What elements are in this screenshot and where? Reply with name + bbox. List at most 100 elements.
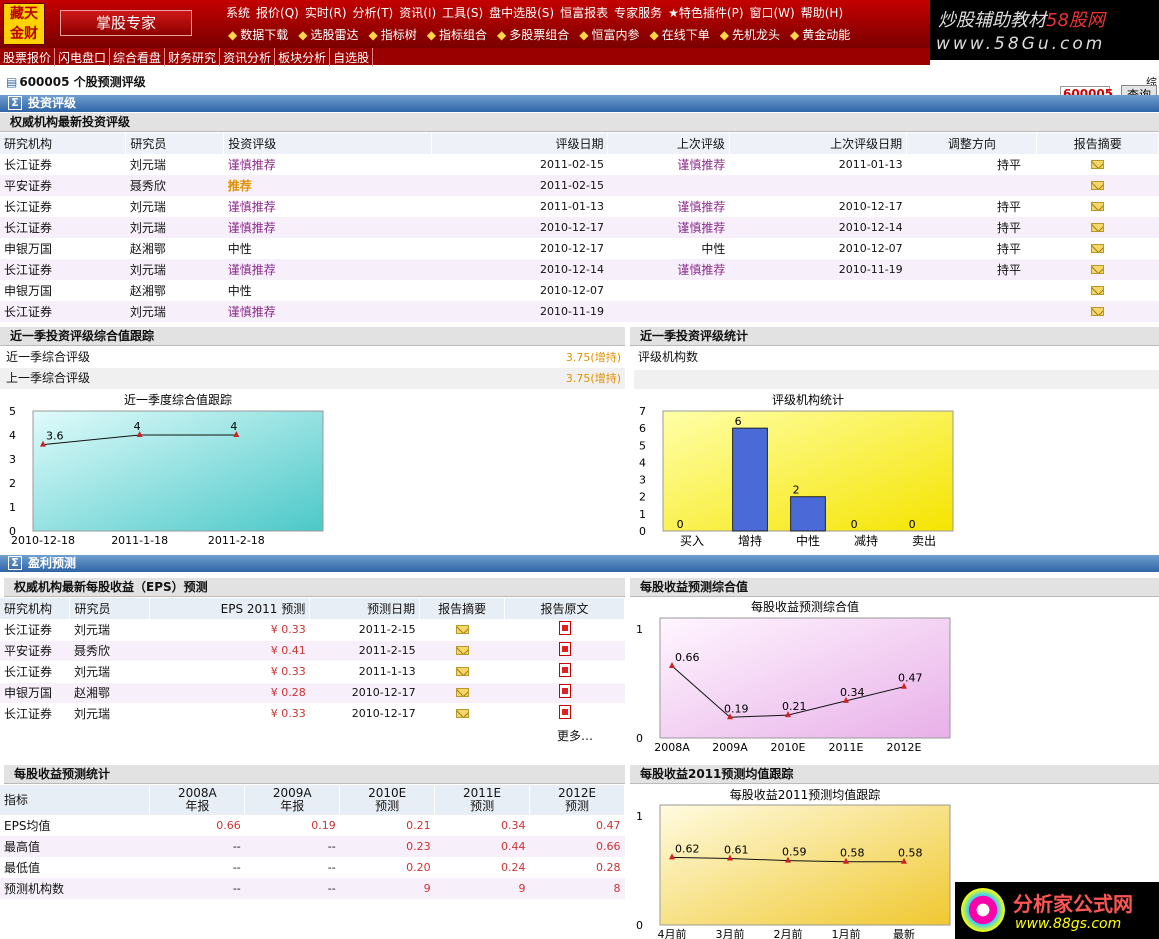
- table-row[interactable]: 平安证券 聂秀欣 推荐 2011-02-15: [0, 175, 1159, 196]
- mail-icon[interactable]: [1091, 222, 1105, 232]
- mail-icon[interactable]: [455, 624, 469, 634]
- table-row[interactable]: 长江证券 刘元瑞 ¥ 0.33 2010-12-17: [0, 702, 625, 724]
- summary-cell: [1036, 301, 1159, 322]
- table-row[interactable]: 申银万国 赵湘鄂 中性 2010-12-17 中性 2010-12-07 持平: [0, 238, 1159, 259]
- date-cell: 2010-12-07: [431, 280, 608, 301]
- metric-value: 0.19: [311, 819, 336, 832]
- tab-item[interactable]: 闪电盘口: [55, 48, 111, 66]
- table-row[interactable]: 平安证券 聂秀欣 ¥ 0.41 2011-2-15: [0, 639, 625, 661]
- bar-value-label: 2: [793, 484, 800, 497]
- direction-cell: [906, 301, 1037, 322]
- menu-item[interactable]: 分析(T): [353, 6, 394, 20]
- column-header[interactable]: 调整方向: [906, 133, 1038, 154]
- metric-value: 0.21: [406, 819, 431, 832]
- tab-item[interactable]: 财务研究: [165, 48, 221, 66]
- table-row[interactable]: 长江证券 刘元瑞 谨慎推荐 2010-12-14 谨慎推荐 2010-11-19 持平: [0, 259, 1159, 280]
- tab-item[interactable]: 资讯分析: [220, 48, 276, 66]
- column-header[interactable]: 研究机构: [0, 133, 127, 154]
- menu-item[interactable]: 专家服务: [614, 6, 662, 20]
- x-tick-label: 2月前: [774, 927, 803, 939]
- prev-rating-cell: [607, 301, 730, 322]
- toolbar-item-label: 多股票组合: [509, 28, 570, 42]
- tab-item[interactable]: 自选股: [330, 48, 374, 66]
- x-tick-label: 2009A: [712, 741, 748, 754]
- menu-item[interactable]: 恒富报表: [560, 6, 608, 20]
- data-label: 0.62: [675, 842, 700, 855]
- toolbar-item[interactable]: ◆ 指标组合: [427, 28, 487, 42]
- pdf-icon[interactable]: [558, 642, 571, 656]
- mail-icon[interactable]: [1091, 180, 1105, 190]
- eps-cell: ¥ 0.28: [149, 681, 310, 703]
- toolbar-item[interactable]: ◆ 在线下单: [650, 28, 710, 42]
- menu-item[interactable]: 盘中选股(S): [489, 6, 554, 20]
- chart-title: 每股收益2011预测均值跟踪: [730, 787, 881, 802]
- toolbar-item[interactable]: ◆ 指标树: [369, 28, 417, 42]
- column-header[interactable]: 投资评级: [223, 133, 433, 154]
- mail-icon[interactable]: [1091, 306, 1105, 316]
- column-header[interactable]: 报告摘要: [419, 598, 506, 619]
- mail-icon[interactable]: [455, 708, 469, 718]
- menu-item[interactable]: 报价(Q): [256, 6, 299, 20]
- mail-icon[interactable]: [1091, 201, 1105, 211]
- column-header[interactable]: EPS 2011 预测: [149, 598, 311, 619]
- column-header[interactable]: 预测日期: [309, 598, 421, 619]
- toolbar-item[interactable]: ◆ 先机龙头: [720, 28, 780, 42]
- table-row[interactable]: 长江证券 刘元瑞 ¥ 0.33 2011-2-15: [0, 618, 625, 640]
- summary-cell: [419, 660, 505, 682]
- toolbar-item[interactable]: ◆ 数据下载: [228, 28, 288, 42]
- mail-icon[interactable]: [455, 645, 469, 655]
- toolbar-item[interactable]: ◆ 多股票组合: [497, 28, 569, 42]
- stat-row-2: [634, 370, 1159, 389]
- tab-item[interactable]: 综合看盘: [110, 48, 166, 66]
- table-row[interactable]: 长江证券 刘元瑞 谨慎推荐 2010-11-19: [0, 301, 1159, 322]
- pdf-icon[interactable]: [558, 684, 571, 698]
- mail-icon[interactable]: [455, 666, 469, 676]
- tab-item[interactable]: 股票报价: [0, 48, 56, 66]
- column-header[interactable]: 报告原文: [504, 598, 625, 619]
- column-header[interactable]: 报告摘要: [1036, 133, 1159, 154]
- inst-cell: 长江证券: [0, 702, 70, 724]
- mail-icon[interactable]: [1091, 264, 1105, 274]
- toolbar-item[interactable]: ◆ 黄金动能: [790, 28, 850, 42]
- column-header[interactable]: 上次评级日期: [729, 133, 908, 154]
- column-header[interactable]: 研究员: [125, 133, 225, 154]
- pdf-icon[interactable]: [558, 621, 571, 635]
- stat-subheader: 近一季投资评级统计: [630, 327, 1159, 346]
- toolbar-item[interactable]: ◆ 恒富内参: [579, 28, 639, 42]
- table-row[interactable]: 申银万国 赵湘鄂 ¥ 0.28 2010-12-17: [0, 681, 625, 703]
- menu-item[interactable]: 窗口(W): [750, 6, 795, 20]
- menu-item[interactable]: 实时(R): [305, 6, 347, 20]
- track-row-1-label: 近一季综合评级: [6, 350, 91, 364]
- column-header[interactable]: 研究机构: [0, 598, 71, 619]
- table-row[interactable]: 长江证券 刘元瑞 谨慎推荐 2011-01-13 谨慎推荐 2010-12-17 持平: [0, 196, 1159, 217]
- y-tick-label: 3: [9, 453, 16, 466]
- toolbar-item[interactable]: ◆ 选股雷达: [298, 28, 358, 42]
- prev-date-cell: [729, 280, 907, 301]
- table-row[interactable]: 长江证券 刘元瑞 谨慎推荐 2010-12-17 谨慎推荐 2010-12-14 持平: [0, 217, 1159, 238]
- mail-icon[interactable]: [1091, 159, 1105, 169]
- menu-item[interactable]: 工具(S): [442, 6, 483, 20]
- menu-item[interactable]: 帮助(H): [801, 6, 843, 20]
- inst-cell: 平安证券: [0, 639, 70, 661]
- mail-icon[interactable]: [1091, 285, 1105, 295]
- column-header[interactable]: 评级日期: [431, 133, 609, 154]
- more-link[interactable]: 更多…: [557, 727, 593, 744]
- table-row[interactable]: 长江证券 刘元瑞 ¥ 0.33 2011-1-13: [0, 660, 625, 682]
- menu-item[interactable]: 资讯(I): [399, 6, 436, 20]
- column-header[interactable]: 上次评级: [607, 133, 730, 154]
- table-row[interactable]: 申银万国 赵湘鄂 中性 2010-12-07: [0, 280, 1159, 301]
- app-name-button[interactable]: 掌股专家: [60, 10, 192, 36]
- mail-icon[interactable]: [1091, 243, 1105, 253]
- y-tick-label: 4: [639, 456, 646, 469]
- mail-icon[interactable]: [455, 687, 469, 697]
- pdf-icon[interactable]: [558, 663, 571, 677]
- menu-item[interactable]: 系统: [226, 6, 250, 20]
- tab-item[interactable]: 板块分析: [275, 48, 331, 66]
- tree-icon: ◆: [368, 28, 378, 42]
- brand-watermark: 炒股辅助教材58股网 www.58Gu.com: [930, 0, 1159, 60]
- menu-item[interactable]: ★特色插件(P): [668, 6, 743, 20]
- table-row[interactable]: 长江证券 刘元瑞 谨慎推荐 2011-02-15 谨慎推荐 2011-01-13 持平: [0, 154, 1159, 175]
- bar: [790, 496, 826, 532]
- column-header[interactable]: 研究员: [69, 598, 151, 619]
- pdf-icon[interactable]: [558, 705, 571, 720]
